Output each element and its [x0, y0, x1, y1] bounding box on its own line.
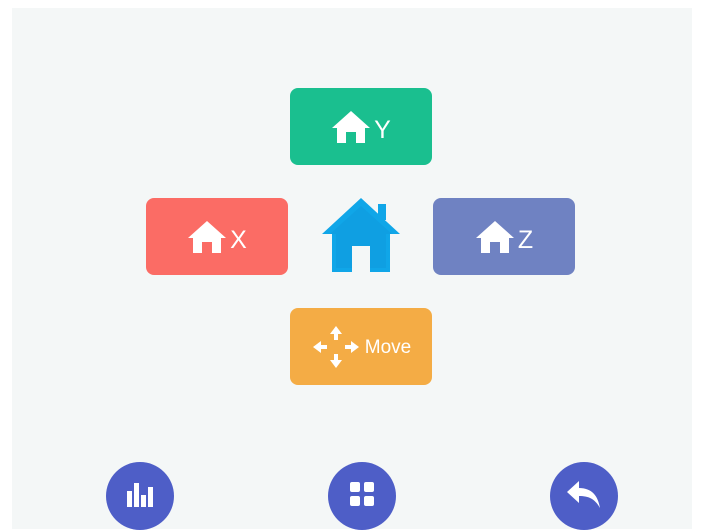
- stats-button[interactable]: [106, 462, 174, 530]
- menu-button[interactable]: [328, 462, 396, 530]
- move-button[interactable]: Move: [290, 308, 432, 385]
- home-door: [202, 241, 213, 253]
- home-z-button[interactable]: Z: [433, 198, 575, 275]
- home-icon: [331, 109, 371, 145]
- home-door: [346, 131, 357, 143]
- home-x-label: X: [230, 226, 247, 254]
- home-icon: [187, 219, 227, 255]
- home-y-button[interactable]: Y: [290, 88, 432, 165]
- back-arrow-icon: [565, 477, 603, 516]
- home-x-button[interactable]: X: [146, 198, 288, 275]
- move-arrows-icon: [311, 325, 361, 369]
- move-label: Move: [364, 336, 412, 358]
- home-all-button[interactable]: [318, 196, 404, 278]
- back-button[interactable]: [550, 462, 618, 530]
- home-icon: [320, 196, 402, 279]
- home-icon: [475, 219, 515, 255]
- grid-icon: [345, 477, 379, 516]
- home-y-label: Y: [374, 116, 391, 144]
- home-z-label: Z: [517, 226, 534, 254]
- bar-chart-icon: [123, 477, 157, 516]
- home-door: [489, 241, 500, 253]
- home-screen: Y X Z Move: [0, 0, 701, 530]
